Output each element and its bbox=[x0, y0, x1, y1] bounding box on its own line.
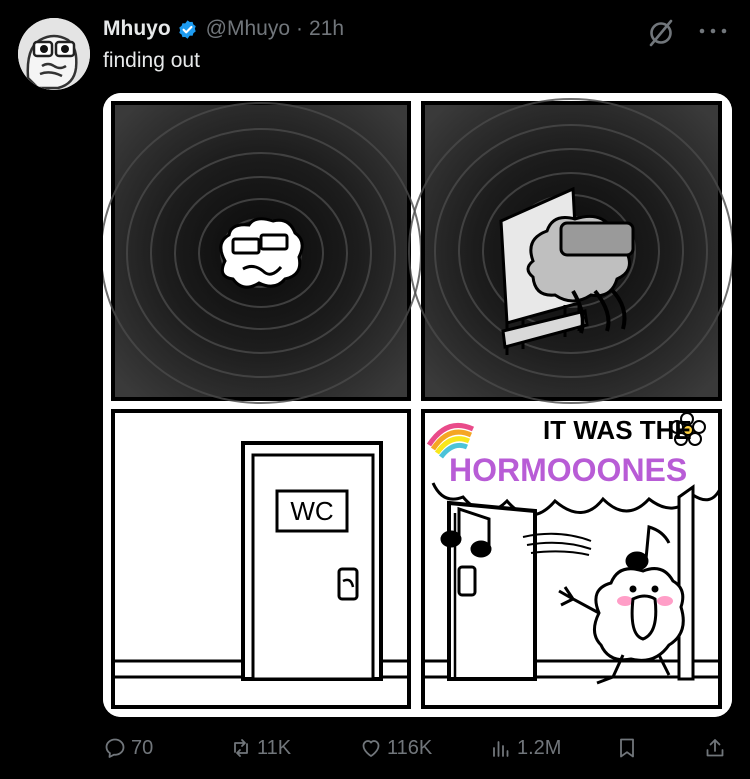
bookmark-icon bbox=[620, 738, 634, 758]
views-button[interactable]: 1.2M bbox=[489, 733, 561, 763]
post-action-bar: 70 11K 116K 1.2M bbox=[103, 733, 728, 763]
repost-icon bbox=[234, 739, 248, 757]
door-sign-text: WC bbox=[290, 496, 333, 526]
avatar[interactable] bbox=[18, 18, 90, 90]
reply-button[interactable]: 70 bbox=[103, 733, 153, 763]
views-count: 1.2M bbox=[517, 736, 562, 759]
comic-caption-line1: IT WAS THE bbox=[543, 415, 692, 445]
repost-button[interactable]: 11K bbox=[229, 733, 291, 763]
views-icon bbox=[493, 741, 509, 757]
like-count: 116K bbox=[387, 736, 433, 759]
panel-2 bbox=[408, 98, 732, 404]
post-timestamp[interactable]: 21h bbox=[309, 17, 344, 41]
post-header: Mhuyo @Mhuyo · 21h bbox=[103, 17, 344, 41]
reply-icon bbox=[105, 738, 125, 758]
share-button[interactable] bbox=[703, 733, 731, 763]
comic-caption-line2: HORMOOONES bbox=[449, 452, 687, 488]
bookmark-button[interactable] bbox=[615, 733, 643, 763]
avatar-image bbox=[18, 18, 90, 90]
like-icon bbox=[362, 740, 380, 757]
grok-icon[interactable] bbox=[646, 18, 676, 48]
panel-3: WC bbox=[111, 409, 411, 709]
author-name[interactable]: Mhuyo bbox=[103, 17, 171, 41]
like-button[interactable]: 116K bbox=[359, 733, 432, 763]
verified-badge-icon bbox=[178, 19, 196, 39]
comic-image: WC IT WAS THE HORMOOONES bbox=[103, 93, 732, 717]
author-handle[interactable]: @Mhuyo bbox=[206, 17, 290, 41]
panel-4: IT WAS THE HORMOOONES bbox=[421, 409, 722, 709]
panel-1 bbox=[103, 101, 422, 404]
separator-dot: · bbox=[296, 17, 304, 40]
post-media-comic[interactable]: WC IT WAS THE HORMOOONES bbox=[103, 93, 732, 717]
more-icon[interactable] bbox=[696, 20, 730, 42]
repost-count: 11K bbox=[257, 736, 292, 759]
share-icon bbox=[706, 739, 724, 757]
reply-count: 70 bbox=[131, 736, 154, 759]
post-text: finding out bbox=[103, 49, 200, 72]
